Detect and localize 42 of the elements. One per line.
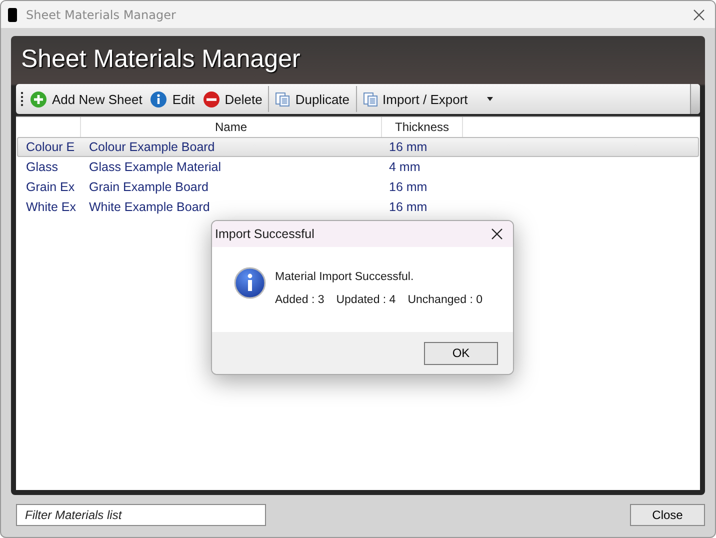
import-stat: Added : 3 [275,294,324,306]
import-stat: Unchanged : 0 [408,294,483,306]
minus-icon [202,90,220,108]
caret-icon [486,97,493,101]
filter-field[interactable]: Filter Materials list [16,504,266,526]
table-cell-text: Glass Example Material [88,160,222,174]
table-row[interactable]: Glass Glass Example Material 4 mm [17,157,699,177]
app-icon [8,8,17,22]
ok-button[interactable]: OK [424,342,498,364]
toolbar-button[interactable]: Add New Sheet [26,88,146,110]
table-cell-text: Colour E [25,140,76,154]
dialog-title: Import Successful [215,227,314,241]
dialog-message: Material Import Successful. [275,271,415,283]
document-icon [275,92,290,106]
table-row[interactable]: Colour E Colour Example Board 16 mm [17,137,699,157]
grip-icon[interactable] [21,91,24,107]
table-cell-text: 16 mm [388,180,428,194]
close-icon[interactable] [491,228,503,240]
toolbar-button[interactable]: Edit [146,88,199,110]
header-title: Sheet Materials Manager [20,44,302,74]
info-icon [234,267,266,299]
table-cell-text: Grain Example Board [88,180,210,194]
document-icon [362,92,378,106]
close-button[interactable]: Close [630,504,705,526]
toolbar-button[interactable]: Duplicate [271,90,354,108]
import-stat: Updated : 4 [336,294,396,306]
table-cell-text: White Example Board [88,200,211,214]
close-icon[interactable] [693,8,705,20]
table-cell-text: Glass [25,160,59,174]
table-cell-text: 16 mm [388,200,428,214]
plus-icon [30,90,47,108]
table-row[interactable]: White Ex White Example Board 16 mm [17,197,699,217]
window-title: Sheet Materials Manager [26,8,177,22]
table-cell-text: 16 mm [388,140,428,154]
info-icon [150,90,168,108]
table-cell-text: White Ex [25,200,78,214]
table-cell-text: Grain Ex [25,180,76,194]
toolbar-button[interactable]: Delete [198,88,266,110]
table-cell-text: Colour Example Board [88,140,216,154]
table-cell-text: 4 mm [388,160,422,174]
toolbar-button[interactable]: Import / Export [358,90,497,108]
table-row[interactable]: Grain Ex Grain Example Board 16 mm [17,177,699,197]
